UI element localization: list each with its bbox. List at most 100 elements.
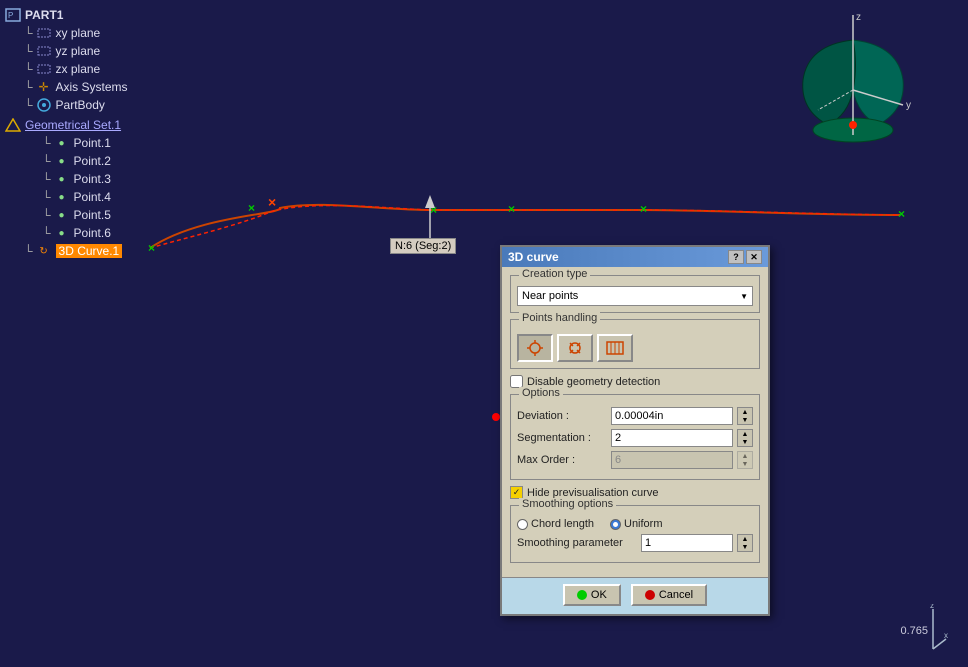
chord-length-option[interactable]: Chord length bbox=[517, 518, 594, 530]
seg-up-icon[interactable]: ▲ bbox=[738, 430, 752, 438]
ph-btn-1[interactable] bbox=[517, 334, 553, 362]
yz-plane-icon bbox=[35, 43, 53, 59]
uniform-radio-icon[interactable] bbox=[610, 519, 621, 530]
smoothing-param-spinner[interactable]: ▲ ▼ bbox=[737, 534, 753, 552]
tree-item-xy[interactable]: └ xy plane bbox=[24, 24, 216, 42]
svg-text:z: z bbox=[930, 604, 934, 610]
points-handling-group: Points handling bbox=[510, 319, 760, 369]
axis-3d-indicator: z y bbox=[788, 10, 908, 150]
chord-length-label: Chord length bbox=[531, 518, 594, 530]
ph-btn-3[interactable] bbox=[597, 334, 633, 362]
tree-item-curve1[interactable]: └ ↻ 3D Curve.1 bbox=[24, 242, 216, 260]
tree-item-point2[interactable]: └ ● Point.2 bbox=[42, 152, 216, 170]
uniform-label: Uniform bbox=[624, 518, 663, 530]
seg-down-icon[interactable]: ▼ bbox=[738, 438, 752, 446]
svg-text:×: × bbox=[248, 201, 255, 215]
smooth-down-icon[interactable]: ▼ bbox=[738, 543, 752, 551]
axis-bottom-indicator: z x bbox=[918, 604, 948, 657]
geoset-icon bbox=[4, 117, 22, 133]
smoothing-param-row: Smoothing parameter 1 ▲ ▼ bbox=[517, 534, 753, 552]
part1-icon: P bbox=[4, 7, 22, 23]
tree-item-geoset[interactable]: Geometrical Set.1 bbox=[4, 116, 216, 134]
point5-icon: ● bbox=[53, 207, 71, 223]
segmentation-input[interactable]: 2 bbox=[611, 429, 733, 447]
tree-item-point4[interactable]: └ ● Point.4 bbox=[42, 188, 216, 206]
deviation-label: Deviation : bbox=[517, 410, 607, 422]
partbody-icon bbox=[35, 97, 53, 113]
deviation-down-icon[interactable]: ▼ bbox=[738, 416, 752, 424]
ok-button[interactable]: OK bbox=[563, 584, 621, 606]
zx-plane-icon bbox=[35, 61, 53, 77]
tree-panel: P PART1 └ xy plane └ yz plane └ zx plane… bbox=[0, 0, 220, 450]
hide-preview-label: Hide previsualisation curve bbox=[527, 487, 658, 499]
tree-item-zx[interactable]: └ zx plane bbox=[24, 60, 216, 78]
tree-item-point3[interactable]: └ ● Point.3 bbox=[42, 170, 216, 188]
uniform-option[interactable]: Uniform bbox=[610, 518, 663, 530]
smoothing-param-input[interactable]: 1 bbox=[641, 534, 733, 552]
svg-text:×: × bbox=[640, 202, 647, 216]
maxorder-row: Max Order : 6 ▲ ▼ bbox=[517, 451, 753, 469]
deviation-row: Deviation : 0.00004in ▲ ▼ bbox=[517, 407, 753, 425]
smoothing-label: Smoothing options bbox=[519, 498, 616, 510]
smooth-up-icon[interactable]: ▲ bbox=[738, 535, 752, 543]
dialog-body: Creation type Near points ▼ Points handl… bbox=[502, 267, 768, 577]
segmentation-spinner[interactable]: ▲ ▼ bbox=[737, 429, 753, 447]
segmentation-row: Segmentation : 2 ▲ ▼ bbox=[517, 429, 753, 447]
point6-icon: ● bbox=[53, 225, 71, 241]
options-group: Options Deviation : 0.00004in ▲ ▼ Segmen… bbox=[510, 394, 760, 480]
xy-plane-icon bbox=[35, 25, 53, 41]
smoothing-radio-row: Chord length Uniform bbox=[517, 518, 753, 530]
ph-btn-2[interactable] bbox=[557, 334, 593, 362]
svg-text:×: × bbox=[898, 207, 905, 221]
dialog-titlebar: 3D curve ? ✕ bbox=[502, 247, 768, 267]
creation-type-group: Creation type Near points ▼ bbox=[510, 275, 760, 313]
segmentation-label: Segmentation : bbox=[517, 432, 607, 444]
deviation-input[interactable]: 0.00004in bbox=[611, 407, 733, 425]
svg-text:P: P bbox=[8, 11, 13, 20]
svg-text:z: z bbox=[856, 12, 861, 23]
titlebar-buttons: ? ✕ bbox=[728, 250, 762, 264]
creation-type-value: Near points bbox=[522, 290, 578, 302]
maxorder-label: Max Order : bbox=[517, 454, 607, 466]
smoothing-group: Smoothing options Chord length Uniform S… bbox=[510, 505, 760, 563]
curve-label: N:6 (Seg:2) bbox=[390, 238, 456, 254]
ok-dot-icon bbox=[577, 590, 587, 600]
axis-icon: ✛ bbox=[35, 79, 53, 95]
disable-geometry-label: Disable geometry detection bbox=[527, 376, 660, 388]
tree-item-point6[interactable]: └ ● Point.6 bbox=[42, 224, 216, 242]
point3-icon: ● bbox=[53, 171, 71, 187]
chord-radio-icon[interactable] bbox=[517, 519, 528, 530]
tree-item-point1[interactable]: └ ● Point.1 bbox=[42, 134, 216, 152]
cancel-button[interactable]: Cancel bbox=[631, 584, 707, 606]
dialog-buttons: OK Cancel bbox=[502, 577, 768, 614]
maxorder-down-icon: ▼ bbox=[738, 460, 752, 468]
options-label: Options bbox=[519, 387, 563, 399]
maxorder-spinner: ▲ ▼ bbox=[737, 451, 753, 469]
points-handling-label: Points handling bbox=[519, 312, 600, 324]
point4-icon: ● bbox=[53, 189, 71, 205]
deviation-up-icon[interactable]: ▲ bbox=[738, 408, 752, 416]
creation-type-label: Creation type bbox=[519, 268, 590, 280]
point1-icon: ● bbox=[53, 135, 71, 151]
maxorder-input: 6 bbox=[611, 451, 733, 469]
tree-item-part1[interactable]: P PART1 bbox=[4, 6, 216, 24]
tree-item-partbody[interactable]: └ PartBody bbox=[24, 96, 216, 114]
point2-icon: ● bbox=[53, 153, 71, 169]
dropdown-arrow-icon: ▼ bbox=[740, 292, 748, 301]
close-button[interactable]: ✕ bbox=[746, 250, 762, 264]
cancel-dot-icon bbox=[645, 590, 655, 600]
maxorder-up-icon: ▲ bbox=[738, 452, 752, 460]
tree-item-axis[interactable]: └ ✛ Axis Systems bbox=[24, 78, 216, 96]
svg-text:x: x bbox=[944, 631, 948, 640]
svg-text:×: × bbox=[268, 194, 276, 210]
svg-text:y: y bbox=[906, 100, 911, 111]
tree-item-yz[interactable]: └ yz plane bbox=[24, 42, 216, 60]
dialog-3dcurve: 3D curve ? ✕ Creation type Near points ▼… bbox=[500, 245, 770, 616]
smoothing-param-label: Smoothing parameter bbox=[517, 537, 637, 549]
tree-item-point5[interactable]: └ ● Point.5 bbox=[42, 206, 216, 224]
deviation-spinner[interactable]: ▲ ▼ bbox=[737, 407, 753, 425]
help-button[interactable]: ? bbox=[728, 250, 744, 264]
creation-type-dropdown[interactable]: Near points ▼ bbox=[517, 286, 753, 306]
dialog-title: 3D curve bbox=[508, 250, 559, 264]
curve1-icon: ↻ bbox=[35, 243, 53, 259]
